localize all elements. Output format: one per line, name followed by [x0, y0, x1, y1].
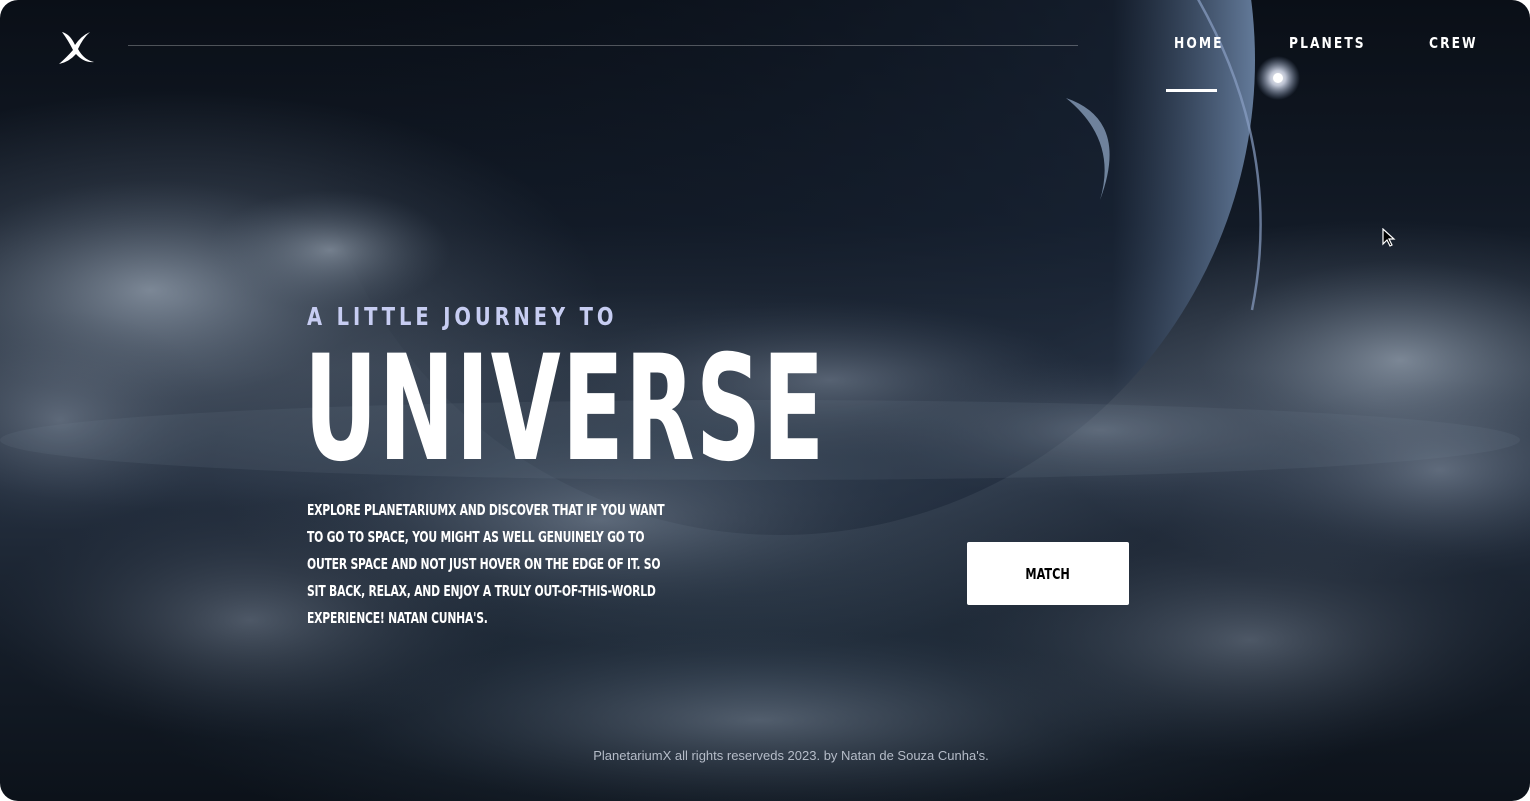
hero-title: UNIVERSE: [304, 324, 826, 494]
x-brush-logo-icon[interactable]: [56, 28, 96, 68]
match-button[interactable]: MATCH: [967, 542, 1129, 605]
mouse-cursor-icon: [1382, 228, 1396, 247]
nav-item-home[interactable]: HOME: [1174, 34, 1224, 52]
header-divider: [128, 45, 1078, 46]
nav-active-indicator: [1166, 89, 1217, 92]
nav-item-planets[interactable]: PLANETS: [1289, 34, 1366, 52]
page-frame: HOME PLANETS CREW A LITTLE JOURNEY TO UN…: [0, 0, 1530, 801]
match-button-label: MATCH: [1025, 564, 1071, 583]
nav-item-crew[interactable]: CREW: [1429, 34, 1478, 52]
hero-description: Explore PlanetariumX and discover that i…: [307, 501, 665, 627]
footer-copyright: PlanetariumX all rights reserveds 2023. …: [593, 748, 989, 763]
